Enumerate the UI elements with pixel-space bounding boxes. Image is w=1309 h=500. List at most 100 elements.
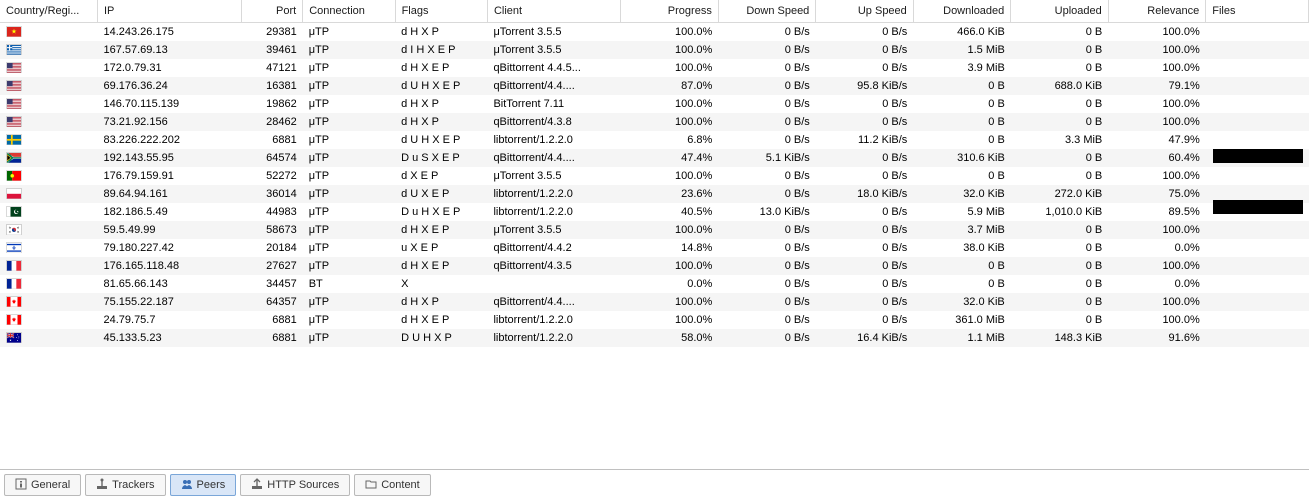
cell-country: [0, 23, 97, 42]
cell-uploaded: 0 B: [1011, 167, 1108, 185]
tab-trackers[interactable]: Trackers: [85, 474, 165, 496]
peer-row[interactable]: 83.226.222.2026881μTPd U H X E Plibtorre…: [0, 131, 1309, 149]
cell-progress: 100.0%: [621, 113, 718, 131]
peer-row[interactable]: 75.155.22.18764357μTPd H X PqBittorrent/…: [0, 293, 1309, 311]
col-header-relevance[interactable]: Relevance: [1108, 0, 1205, 23]
cell-up: 0 B/s: [816, 95, 913, 113]
http-icon: [251, 478, 263, 493]
cell-ip: 81.65.66.143: [97, 275, 241, 293]
cell-client: [487, 275, 620, 293]
tab-peers[interactable]: Peers: [170, 474, 237, 496]
peer-row[interactable]: 79.180.227.4220184μTPu X E PqBittorrent/…: [0, 239, 1309, 257]
cell-flags: d H X E P: [395, 257, 487, 275]
cell-down: 13.0 KiB/s: [718, 203, 815, 221]
flag-icon: [6, 44, 22, 55]
cell-port: 6881: [241, 131, 303, 149]
col-header-uploaded[interactable]: Uploaded: [1011, 0, 1108, 23]
col-header-flags[interactable]: Flags: [395, 0, 487, 23]
cell-downloaded: 0 B: [913, 167, 1010, 185]
cell-down: 0 B/s: [718, 131, 815, 149]
peer-row[interactable]: 192.143.55.9564574μTPD u S X E PqBittorr…: [0, 149, 1309, 167]
col-header-progress[interactable]: Progress: [621, 0, 718, 23]
cell-files: [1206, 257, 1309, 275]
cell-port: 52272: [241, 167, 303, 185]
flag-icon: [6, 152, 22, 163]
cell-up: 0 B/s: [816, 149, 913, 167]
cell-down: 0 B/s: [718, 185, 815, 203]
cell-relevance: 100.0%: [1108, 95, 1205, 113]
col-header-files[interactable]: Files: [1206, 0, 1309, 23]
cell-connection: μTP: [303, 131, 395, 149]
peer-row[interactable]: 59.5.49.9958673μTPd H X E PμTorrent 3.5.…: [0, 221, 1309, 239]
cell-flags: d U X E P: [395, 185, 487, 203]
cell-country: [0, 221, 97, 239]
cell-files: [1206, 221, 1309, 239]
cell-down: 0 B/s: [718, 77, 815, 95]
peer-row[interactable]: 69.176.36.2416381μTPd U H X E PqBittorre…: [0, 77, 1309, 95]
cell-ip: 182.186.5.49: [97, 203, 241, 221]
flag-icon: [6, 224, 22, 235]
col-header-client[interactable]: Client: [487, 0, 620, 23]
cell-files: [1206, 311, 1309, 329]
peer-row[interactable]: 24.79.75.76881μTPd H X E Plibtorrent/1.2…: [0, 311, 1309, 329]
col-header-country[interactable]: Country/Regi...: [0, 0, 97, 23]
cell-downloaded: 0 B: [913, 113, 1010, 131]
tab-http[interactable]: HTTP Sources: [240, 474, 350, 496]
cell-up: 0 B/s: [816, 221, 913, 239]
peer-row[interactable]: 14.243.26.17529381μTPd H X PμTorrent 3.5…: [0, 23, 1309, 42]
cell-files: [1206, 59, 1309, 77]
cell-port: 16381: [241, 77, 303, 95]
flag-icon: [6, 62, 22, 73]
cell-connection: μTP: [303, 41, 395, 59]
info-icon: [15, 478, 27, 493]
cell-downloaded: 32.0 KiB: [913, 293, 1010, 311]
peer-row[interactable]: 81.65.66.14334457BTX0.0%0 B/s0 B/s0 B0 B…: [0, 275, 1309, 293]
cell-files: [1206, 131, 1309, 149]
col-header-ip[interactable]: IP: [97, 0, 241, 23]
col-header-connection[interactable]: Connection: [303, 0, 395, 23]
cell-port: 6881: [241, 329, 303, 347]
cell-flags: X: [395, 275, 487, 293]
col-header-down[interactable]: Down Speed: [718, 0, 815, 23]
cell-country: [0, 149, 97, 167]
cell-downloaded: 3.7 MiB: [913, 221, 1010, 239]
cell-up: 0 B/s: [816, 311, 913, 329]
cell-progress: 100.0%: [621, 59, 718, 77]
peer-row[interactable]: 146.70.115.13919862μTPd H X PBitTorrent …: [0, 95, 1309, 113]
cell-down: 0 B/s: [718, 23, 815, 42]
cell-progress: 40.5%: [621, 203, 718, 221]
col-header-downloaded[interactable]: Downloaded: [913, 0, 1010, 23]
cell-progress: 23.6%: [621, 185, 718, 203]
col-header-up[interactable]: Up Speed: [816, 0, 913, 23]
cell-connection: μTP: [303, 23, 395, 42]
peer-row[interactable]: 176.79.159.9152272μTPd X E PμTorrent 3.5…: [0, 167, 1309, 185]
cell-progress: 14.8%: [621, 239, 718, 257]
peer-row[interactable]: 167.57.69.1339461μTPd I H X E PμTorrent …: [0, 41, 1309, 59]
peer-row[interactable]: 172.0.79.3147121μTPd H X E PqBittorrent …: [0, 59, 1309, 77]
cell-flags: d H X P: [395, 95, 487, 113]
cell-port: 44983: [241, 203, 303, 221]
tab-general[interactable]: General: [4, 474, 81, 496]
cell-country: [0, 311, 97, 329]
peer-row[interactable]: 45.133.5.236881μTPD U H X Plibtorrent/1.…: [0, 329, 1309, 347]
cell-connection: μTP: [303, 257, 395, 275]
peer-row[interactable]: 182.186.5.4944983μTPD u H X E Plibtorren…: [0, 203, 1309, 221]
cell-uploaded: 148.3 KiB: [1011, 329, 1108, 347]
peers-icon: [181, 478, 193, 493]
peer-row[interactable]: 73.21.92.15628462μTPd H X PqBittorrent/4…: [0, 113, 1309, 131]
peers-table-header: Country/Regi...IPPortConnectionFlagsClie…: [0, 0, 1309, 23]
redaction-bar: [1213, 200, 1303, 214]
cell-client: BitTorrent 7.11: [487, 95, 620, 113]
cell-connection: μTP: [303, 221, 395, 239]
cell-port: 64357: [241, 293, 303, 311]
tab-content[interactable]: Content: [354, 474, 431, 496]
cell-port: 34457: [241, 275, 303, 293]
cell-ip: 176.165.118.48: [97, 257, 241, 275]
cell-down: 0 B/s: [718, 329, 815, 347]
cell-files: [1206, 329, 1309, 347]
peer-row[interactable]: 176.165.118.4827627μTPd H X E PqBittorre…: [0, 257, 1309, 275]
col-header-port[interactable]: Port: [241, 0, 303, 23]
cell-country: [0, 329, 97, 347]
cell-down: 0 B/s: [718, 293, 815, 311]
peer-row[interactable]: 89.64.94.16136014μTPd U X E Plibtorrent/…: [0, 185, 1309, 203]
